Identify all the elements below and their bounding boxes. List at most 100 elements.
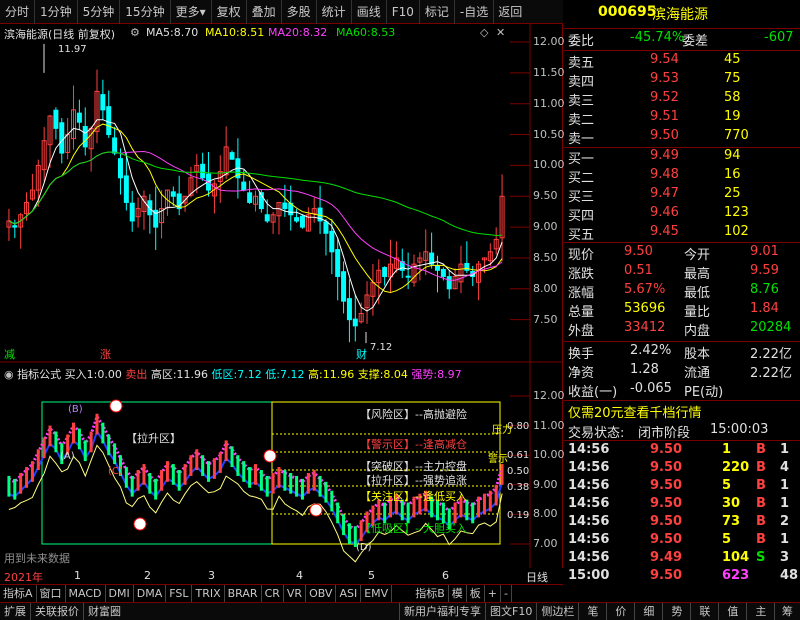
close-icon[interactable]: ✕ [496,26,505,39]
word-jingshi: 警示 [488,454,508,465]
tab-mo[interactable]: 模 [449,585,467,602]
tab-dmi[interactable]: DMI [106,585,134,602]
tab-chuangkou[interactable]: 窗口 [37,585,66,602]
tab-ban[interactable]: 板 [467,585,485,602]
tb-duogu[interactable]: 多股 [282,0,317,24]
footer-caifuquan[interactable]: 财富圈 [84,603,400,620]
tb-15min[interactable]: 15分钟 [120,0,171,24]
tab-emv[interactable]: EMV [361,585,393,602]
tb-more-label: 更多 [175,4,200,19]
tb-5min[interactable]: 5分钟 [78,0,121,24]
ma5-name: MA5: [146,26,174,39]
tab-zhibiao-b[interactable]: 指标B [412,585,449,602]
footer-guanlian[interactable]: 关联报价 [31,603,84,620]
tb-more[interactable]: 更多▾ [171,0,212,24]
chart-area[interactable]: 滨海能源(日线 前复权) ⚙ MA5:8.70 MA10:8.51 MA20:8… [0,24,565,568]
stat-label2: 最高 [684,267,711,282]
tab-obv[interactable]: OBV [306,585,337,602]
tb-f10[interactable]: F10 [387,0,420,24]
stat2-label: 净资 [568,366,595,381]
tb-fuquan[interactable]: 复权 [212,0,247,24]
footer-sidebar[interactable]: 侧边栏 [537,603,580,620]
zone-risk: 【风险区】--高抛避险 [360,408,467,421]
settings-icon[interactable]: ⚙ [130,26,140,39]
ask-row[interactable]: 卖三 9.52 58 [564,90,800,110]
label-b: (B) [68,404,83,415]
stat-value2: 20284 [750,320,792,335]
tick-price: 9.49 [650,550,683,565]
bid-row[interactable]: 买一 9.49 94 [564,148,800,168]
candle-body [464,262,470,271]
bid-row[interactable]: 买三 9.47 25 [564,186,800,206]
tick-row: 15:00 9.50 623 48 [564,568,800,588]
diamond-icon[interactable]: ◇ [480,26,488,39]
ask-label: 卖一 [568,132,595,147]
tab-cr[interactable]: CR [262,585,284,602]
rv-0: 0.80 [507,421,530,432]
tick-vol: 30 [722,496,741,511]
indicator-tick: 12.00 [533,389,565,402]
ask-row[interactable]: 卖二 9.51 19 [564,109,800,129]
tb-fanhui[interactable]: 返回 [494,0,526,24]
bid-row[interactable]: 买四 9.46 123 [564,205,800,225]
status-value: 闭市阶段 [638,426,691,441]
tab-fsl[interactable]: FSL [166,585,193,602]
tab-minus[interactable]: - [501,585,512,602]
tick-time: 14:56 [568,532,610,547]
candle-body [147,200,153,216]
footer-lian[interactable]: 联 [691,603,720,620]
footer-f10[interactable]: 图文F10 [486,603,538,620]
footer-zhi[interactable]: 值 [719,603,748,620]
tab-vr[interactable]: VR [284,585,307,602]
x-month-2: 2 [144,569,151,582]
tab-macd[interactable]: MACD [66,585,106,602]
footer-bi[interactable]: 笔 [579,603,608,620]
tab-trix[interactable]: TRIX [192,585,225,602]
footer-xi[interactable]: 细 [635,603,664,620]
footer-chou[interactable]: 筹 [775,603,799,620]
footer-jia[interactable]: 价 [607,603,636,620]
footer-xinyonghu[interactable]: 新用户福利专享 [400,603,486,620]
tb-fenshi[interactable]: 分时 [0,0,36,24]
weicha-label: 委差 [682,34,709,49]
tb-huaxian[interactable]: 画线 [352,0,387,24]
stat-value: 53696 [624,301,666,316]
bid-row[interactable]: 买二 9.48 16 [564,167,800,187]
ask-row[interactable]: 卖五 9.54 45 [564,52,800,72]
label-a: (A) [60,451,75,462]
ind-dq-value: 7.12 [237,368,262,381]
footer-zhu[interactable]: 主 [747,603,776,620]
promo-text: 仅需20元查看千档行情 [568,406,702,421]
tb-biaoji[interactable]: 标记 [420,0,455,24]
ind-g-label: 高: [307,368,323,381]
indicator-tabs: 指标A 窗口 MACD DMI DMA FSL TRIX BRAR CR VR … [0,584,563,602]
stat-value2: 9.01 [750,244,779,259]
tb-zixuan[interactable]: -自选 [455,0,495,24]
tb-diejia[interactable]: 叠加 [247,0,282,24]
x-period[interactable]: 日线 [526,569,548,585]
bid-row[interactable]: 买五 9.45 102 [564,224,800,244]
indicator-icon[interactable]: ◉ [4,368,14,381]
tab-zhibiao-a[interactable]: 指标A [0,585,37,602]
promo-row[interactable]: 仅需20元查看千档行情 [564,402,800,422]
candle-body [405,275,411,278]
tab-asi[interactable]: ASI [336,585,362,602]
ask-row[interactable]: 卖四 9.53 75 [564,71,800,91]
ind-buy-value: 0.00 [97,368,122,381]
tab-plus[interactable]: + [485,585,501,602]
tab-dma[interactable]: DMA [134,585,167,602]
footer-bar: 扩展 关联报价 财富圈 新用户福利专享 图文F10 侧边栏 笔 价 细 势 联 … [0,602,800,620]
tb-tongji[interactable]: 统计 [317,0,352,24]
footer-kuozhan[interactable]: 扩展 [0,603,31,620]
kline-svg[interactable] [0,24,563,568]
tick-vol: 5 [722,532,732,547]
ask-row[interactable]: 卖一 9.50 770 [564,128,800,148]
tab-brar[interactable]: BRAR [225,585,262,602]
tick-row: 14:56 9.50 30 B 1 [564,496,800,516]
footer-shi[interactable]: 势 [663,603,692,620]
ask-price: 9.50 [650,128,679,143]
x-year: 2021年 [4,571,43,584]
tick-price: 9.50 [650,478,683,493]
tb-1min[interactable]: 1分钟 [35,0,78,24]
weicha-value: -607 [764,30,794,45]
